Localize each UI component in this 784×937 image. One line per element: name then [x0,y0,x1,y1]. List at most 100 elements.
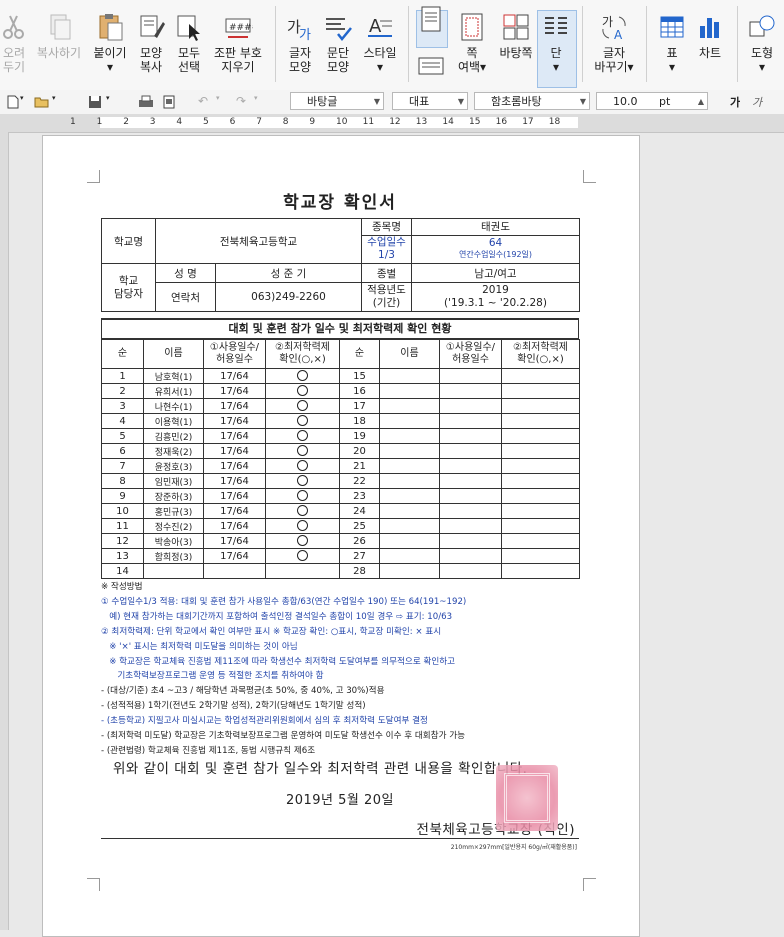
open-folder-icon[interactable] [34,94,49,108]
shape-icon [747,12,777,42]
dropdown-icon[interactable]: ▾ [106,94,120,108]
font-size-input[interactable]: 10.0 pt ▲ [596,92,708,110]
table-row: 12 박송아(3) 17/64 26 [101,533,580,549]
paste-button[interactable]: 붙이기 ▾ [90,0,130,86]
table-row: 6 정재욱(2) 17/64 20 [101,443,580,459]
ruler-tick: 5 [203,117,209,127]
replace-icon: 가A [599,12,629,42]
document-page[interactable]: 학교장 확인서 학교명 전북체육고등학교 종목명 태권도 수업일수 1/3 64… [42,135,640,937]
ruler-tick: 10 [336,117,348,127]
format-brush-icon [136,12,166,42]
circle-mark-icon [297,550,308,562]
year-value: 2019 [482,284,509,296]
page-margin-button[interactable]: 쪽 여백▾ [452,0,492,86]
copy-button[interactable]: 복사하기 [34,0,84,86]
days-used [439,413,502,429]
dropdown-icon[interactable]: ▾ [20,94,34,108]
landscape-button[interactable] [416,48,446,84]
dropdown-icon[interactable]: ▾ [52,94,66,108]
separator [275,6,276,82]
master-page-button[interactable]: 바탕쪽 [496,0,536,86]
row-number: 14 [101,563,144,579]
preview-icon[interactable] [162,94,176,109]
note-line: - (최저학력 미도달) 학교장은 기초학력보장프로그램 운영하여 미도달 학생… [101,731,466,742]
min-academic-check [265,533,340,549]
ruler-tick: 18 [548,117,561,127]
note-line: - (초등학교) 지필고사 미실시교는 학업성적관리위원회에서 심의 후 최저학… [101,716,428,727]
student-name [379,443,440,459]
circle-mark-icon [297,415,308,427]
new-document-icon[interactable] [6,94,20,109]
circle-mark-icon [297,385,308,397]
vertical-ruler[interactable] [0,132,9,930]
char-format-icon: 가가 [285,12,315,43]
dropdown-icon[interactable]: ▾ [254,94,268,108]
bar-chart-icon [695,12,725,42]
student-name [143,563,204,579]
style-select[interactable]: 바탕글 ▼ [290,92,384,110]
copy-icon [44,12,74,42]
bold-button[interactable]: 가 [730,94,746,109]
row-number: 11 [101,518,144,534]
dropdown-icon[interactable]: ▾ [216,94,230,108]
ruler-tick: 16 [495,117,508,127]
circle-mark-icon [297,520,308,532]
redo-icon[interactable]: ↷ [236,94,250,108]
student-name [379,548,440,564]
shape-button[interactable]: 도형 ▾ [744,0,780,86]
student-name: 윤정호(3) [143,458,204,474]
student-name [379,413,440,429]
days-used: 17/64 [203,368,266,384]
min-academic-check [501,443,580,459]
days-used: 17/64 [203,518,266,534]
cut-button[interactable]: 오려 두기 [0,0,28,86]
row-number: 6 [101,443,144,459]
column-button[interactable]: 단 ▾ [537,0,575,86]
undo-icon[interactable]: ↶ [198,94,212,108]
italic-button[interactable]: 가 [752,94,768,109]
circle-mark-icon [297,370,308,382]
clear-marks-button[interactable]: #### 조판 부호 지우기 [210,0,266,86]
ruler-tick: 17 [522,117,534,127]
char-shape-button[interactable]: 가가 글자 모양 [284,0,316,86]
style-button[interactable]: A 스타일 ▾ [360,0,400,86]
min-academic-check [265,473,340,489]
table-header: ②최저학력제 확인(○,×) [501,339,580,369]
font-lang-select[interactable]: 대표 ▼ [392,92,468,110]
days-used: 17/64 [203,428,266,444]
student-name: 이용혁(1) [143,413,204,429]
table-header: ①사용일수/ 허용일수 [439,339,502,369]
event-value: 태권도 [411,218,580,236]
notes: ※ 작성방법 ① 수업일수1/3 적용: 대회 및 훈련 참가 사용일수 총합/6… [101,580,579,759]
format-painter-button[interactable]: 모양 복사 [134,0,168,86]
separator [408,6,409,82]
chart-button[interactable]: 차트 [694,0,726,86]
contact-label: 연락처 [155,282,216,312]
print-icon[interactable] [138,94,153,108]
circle-mark-icon [297,475,308,487]
days-used: 17/64 [203,413,266,429]
note-line: ※ '×' 표시는 최저학력 미도달을 의미하는 것이 아님 [101,641,298,652]
min-academic-check [501,383,580,399]
row-number: 22 [339,473,380,489]
horizontal-ruler[interactable]: 1 1 2 3 4 5 6 7 8 9 10 11 12 13 14 15 16 17 18 [0,114,784,133]
select-all-button[interactable]: 모두 선택 [172,0,206,86]
min-academic-check [265,518,340,534]
landscape-page-icon [416,54,446,84]
save-icon[interactable] [88,94,102,108]
min-academic-check [501,488,580,504]
margin-icon [457,12,487,42]
period-value: ('19.3.1 ~ '20.2.28) [444,297,547,309]
font-select[interactable]: 함초롬바탕 ▼ [474,92,590,110]
columns-icon [541,12,571,42]
student-name [379,398,440,414]
event-label: 종목명 [361,218,412,236]
student-name [379,533,440,549]
student-name [379,503,440,519]
min-academic-check [265,398,340,414]
year-label: 적용년도 (기간) [361,282,412,312]
table-button[interactable]: 표 ▾ [656,0,688,86]
para-shape-button[interactable]: 문단 모양 [322,0,354,86]
margin-corner [583,878,596,891]
char-replace-button[interactable]: 가A 글자 바꾸기▾ [590,0,638,86]
